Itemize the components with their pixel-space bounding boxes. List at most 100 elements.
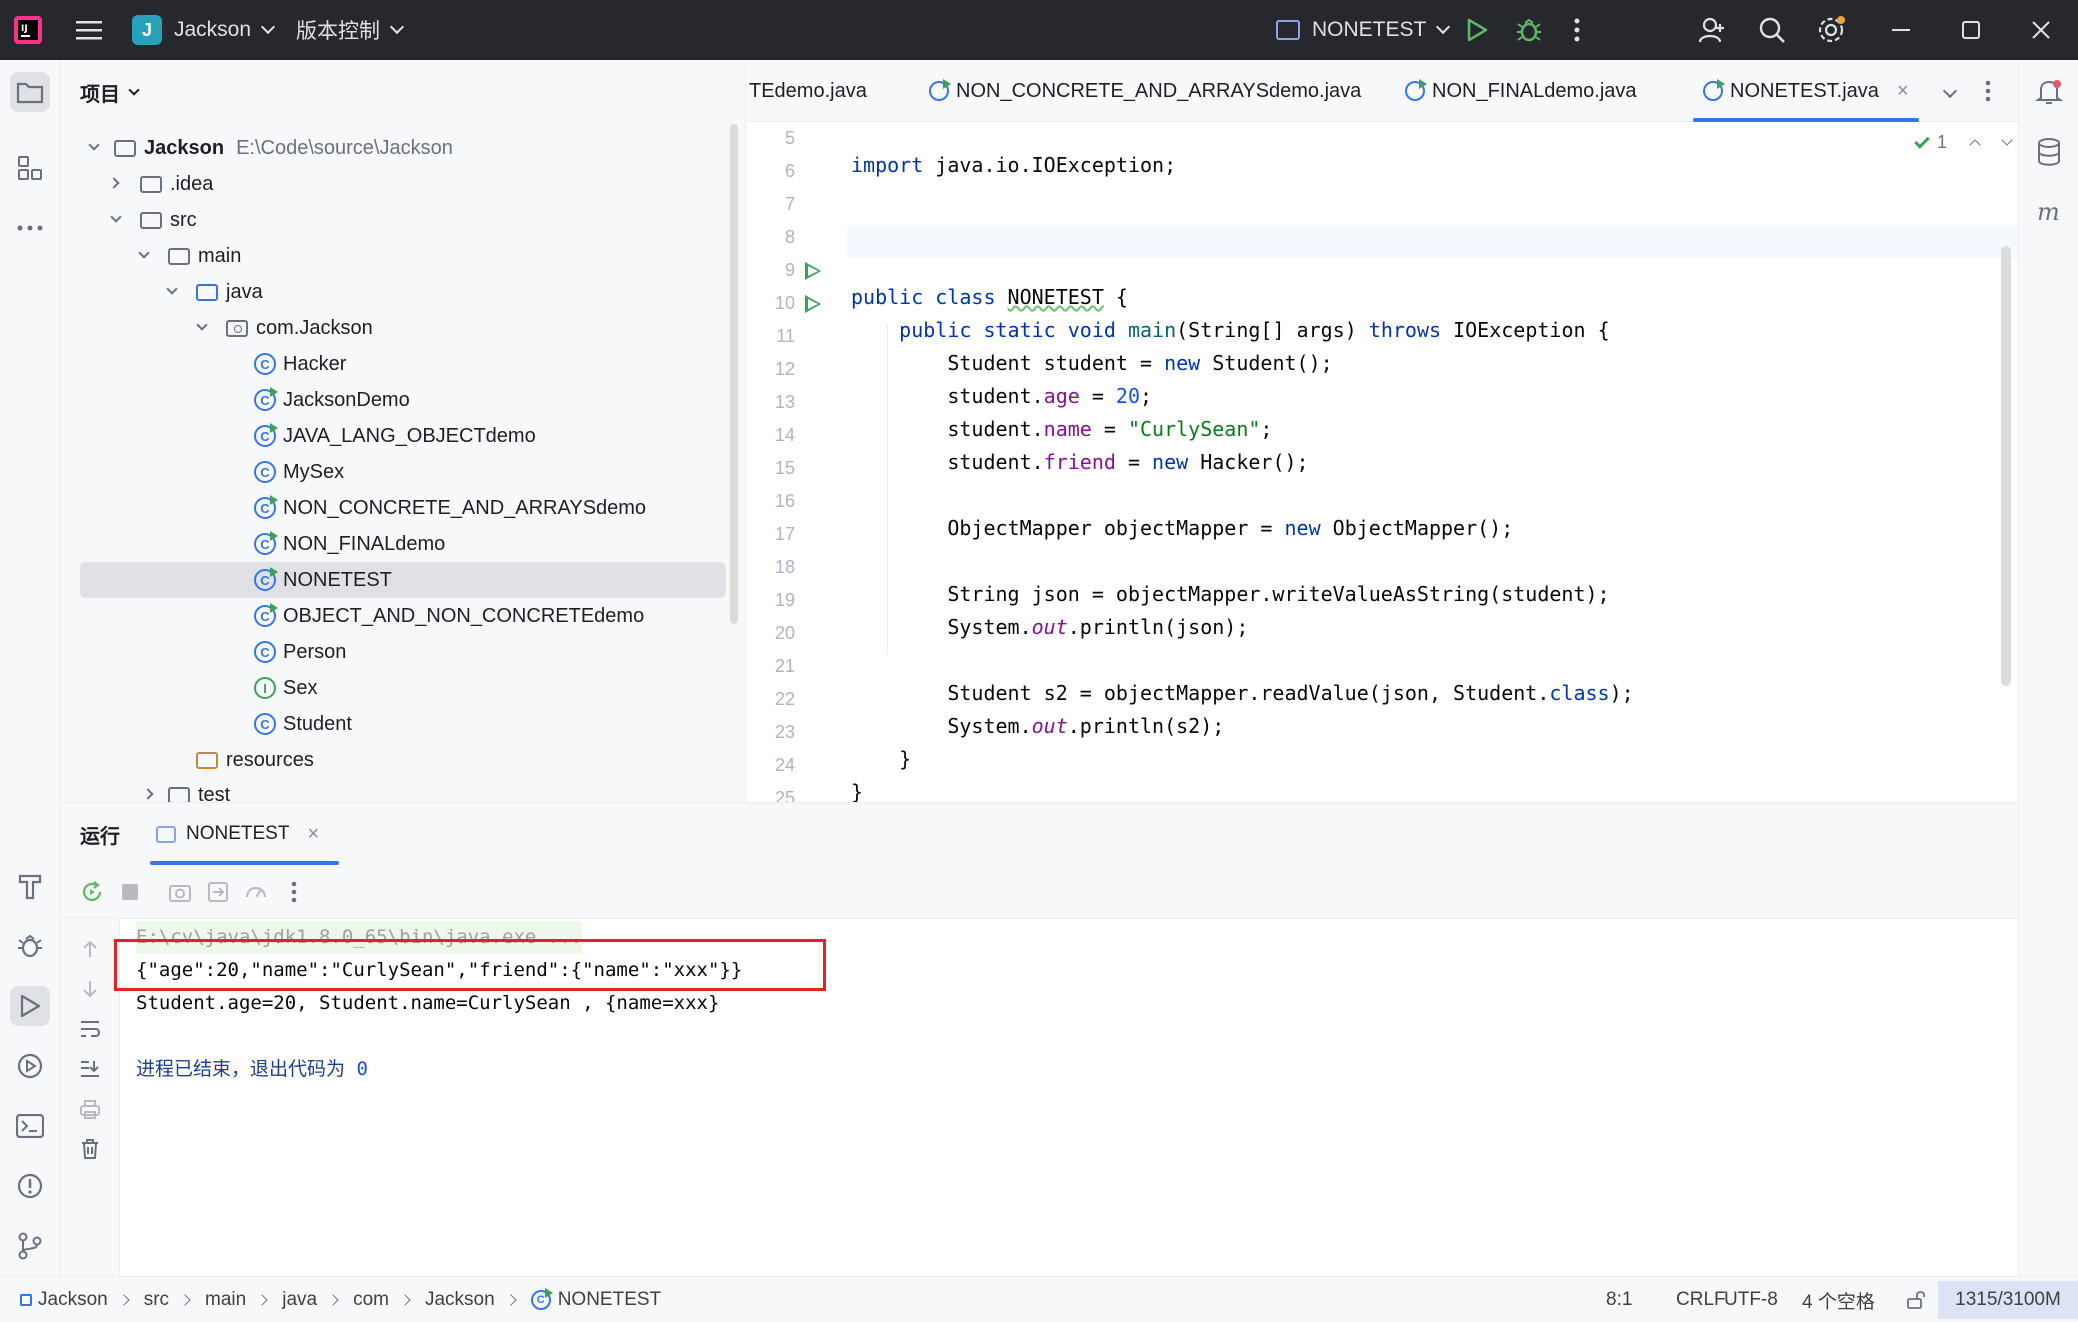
project-scrollbar[interactable] <box>730 124 738 624</box>
tabs-more-icon[interactable] <box>1985 60 1991 122</box>
structure-tool-icon[interactable] <box>10 148 50 188</box>
rerun-icon[interactable] <box>80 880 104 904</box>
breadcrumb-item[interactable]: Jackson <box>425 1289 495 1311</box>
tree-folder-idea[interactable]: .idea <box>80 166 726 202</box>
run-main-gutter-icon[interactable] <box>805 295 821 313</box>
more-actions-icon[interactable] <box>1574 0 1580 60</box>
add-user-icon[interactable] <box>1698 0 1726 60</box>
tabs-dropdown-icon[interactable] <box>1942 60 1958 122</box>
memory-indicator[interactable]: 1315/3100M <box>1938 1281 2078 1319</box>
coverage-icon[interactable] <box>244 880 268 904</box>
tree-folder-src[interactable]: src <box>80 202 726 238</box>
more-tools-icon[interactable] <box>10 208 50 248</box>
indent-setting[interactable]: 4 个空格 <box>1802 1277 1875 1322</box>
problems-tool-icon[interactable] <box>10 1166 50 1206</box>
more-actions-icon[interactable] <box>282 880 306 904</box>
folder-icon <box>140 211 162 229</box>
database-icon[interactable] <box>2029 132 2069 172</box>
editor-tab-non-finaldemo[interactable]: NON_FINALdemo.java <box>1405 60 1637 122</box>
tree-class-student[interactable]: C Student <box>80 706 726 742</box>
run-tool-icon[interactable] <box>10 986 50 1026</box>
run-tab-nonetest[interactable]: NONETEST × <box>150 803 340 865</box>
status-bar: Jackson src main java com Jackson C NONE… <box>0 1276 2078 1322</box>
arrow-down-icon[interactable] <box>78 977 102 1001</box>
editor-tab-nonetest[interactable]: NONETEST.java × <box>1693 60 1919 122</box>
breadcrumb-item[interactable]: Jackson <box>38 1289 108 1311</box>
soft-wrap-icon[interactable] <box>78 1017 102 1041</box>
arrow-up-icon[interactable] <box>78 937 102 961</box>
editor-scrollbar[interactable] <box>2001 246 2011 686</box>
debug-tool-icon[interactable] <box>10 926 50 966</box>
services-tool-icon[interactable] <box>10 1046 50 1086</box>
main-menu-icon[interactable] <box>76 0 102 60</box>
stop-icon[interactable] <box>118 880 142 904</box>
breadcrumb-item[interactable]: src <box>144 1289 169 1311</box>
tree-class-person[interactable]: C Person <box>80 634 726 670</box>
editor-tab-tedemo[interactable]: TEdemo.java <box>749 60 867 122</box>
search-icon[interactable] <box>1758 0 1786 60</box>
tree-folder-main[interactable]: main <box>80 238 726 274</box>
close-tab-icon[interactable]: × <box>1897 80 1909 103</box>
terminal-tool-icon[interactable] <box>10 1106 50 1146</box>
tree-class-non-finaldemo[interactable]: C NON_FINALdemo <box>80 526 726 562</box>
tree-folder-java[interactable]: java <box>80 274 726 310</box>
lock-icon[interactable] <box>1906 1277 1926 1322</box>
tree-class-nonetest[interactable]: C NONETEST <box>80 562 726 598</box>
run-config-selector[interactable]: NONETEST <box>1276 0 1451 60</box>
tree-class-mysex[interactable]: C MySex <box>80 454 726 490</box>
tree-class-object-and-non-concretedemo[interactable]: C OBJECT_AND_NON_CONCRETEdemo <box>80 598 726 634</box>
editor-tab-non-concrete-and-arraysdemo[interactable]: NON_CONCRETE_AND_ARRAYSdemo.java <box>929 60 1361 122</box>
tree-class-java-lang-objectdemo[interactable]: C JAVA_LANG_OBJECTdemo <box>80 418 726 454</box>
breadcrumb-item[interactable]: com <box>353 1289 389 1311</box>
tree-folder-test[interactable]: test <box>80 778 726 802</box>
breadcrumb-item[interactable]: main <box>205 1289 246 1311</box>
project-panel-title[interactable]: 项目 <box>80 78 140 107</box>
print-icon[interactable] <box>78 1097 102 1121</box>
breadcrumb-item[interactable]: NONETEST <box>558 1289 661 1311</box>
ide-logo-icon[interactable]: IJ <box>14 0 42 60</box>
vcs-menu[interactable]: 版本控制 <box>296 0 405 60</box>
trash-icon[interactable] <box>78 1137 102 1161</box>
build-hammer-icon[interactable] <box>10 866 50 906</box>
git-tool-icon[interactable] <box>10 1226 50 1266</box>
run-class-gutter-icon[interactable] <box>805 262 821 280</box>
file-encoding[interactable]: UTF-8 <box>1724 1277 1778 1322</box>
camera-icon[interactable] <box>168 880 192 904</box>
runnable-class-icon <box>929 79 951 101</box>
tree-package-com-jackson[interactable]: com.Jackson <box>80 310 726 346</box>
folder-icon <box>168 247 190 265</box>
project-switcher[interactable]: J Jackson <box>132 0 276 60</box>
minimize-window-icon[interactable] <box>1892 0 1910 60</box>
maximize-window-icon[interactable] <box>1962 0 1980 60</box>
tree-class-non-concrete-and-arraysdemo[interactable]: C NON_CONCRETE_AND_ARRAYSdemo <box>80 490 726 526</box>
settings-gear-icon[interactable] <box>1816 0 1846 60</box>
project-tool-folder-icon[interactable] <box>10 72 50 112</box>
maven-icon[interactable]: m <box>2029 192 2069 232</box>
debug-button[interactable] <box>1516 0 1542 60</box>
tree-folder-resources[interactable]: resources <box>80 742 726 778</box>
runnable-class-icon: C <box>254 567 278 591</box>
code-editor[interactable]: 5 6 7 8 9 10 11 12 13 14 15 16 17 18 19 … <box>747 122 2018 802</box>
close-tab-icon[interactable]: × <box>307 823 319 846</box>
inspection-count: 1 <box>1937 132 1948 152</box>
class-icon: C <box>254 353 276 375</box>
chevron-down-icon[interactable] <box>2001 133 2013 146</box>
close-window-icon[interactable] <box>2032 0 2050 60</box>
tree-root-jackson[interactable]: Jackson E:\Code\source\Jackson <box>80 130 726 166</box>
scroll-to-end-icon[interactable] <box>78 1057 102 1081</box>
code-line-13: student.name = "CurlySean"; <box>851 417 1273 441</box>
run-button[interactable] <box>1466 0 1488 60</box>
notifications-bell-icon[interactable] <box>2029 72 2069 112</box>
chevron-right-icon <box>327 1294 339 1306</box>
chevron-up-icon[interactable] <box>1969 138 1981 151</box>
breadcrumb-item[interactable]: java <box>282 1289 317 1311</box>
chevron-down-icon <box>128 83 140 96</box>
restore-layout-icon[interactable] <box>206 880 230 904</box>
inspection-widget[interactable]: 1 <box>1914 132 2013 153</box>
line-separator[interactable]: CRLF <box>1676 1277 1726 1322</box>
tree-class-jacksondemo[interactable]: C JacksonDemo <box>80 382 726 418</box>
caret-position[interactable]: 8:1 <box>1606 1277 1632 1322</box>
tree-interface-sex[interactable]: I Sex <box>80 670 726 706</box>
run-panel: 运行 NONETEST × E:\cv\java\jdk1.8.0_65\bin… <box>60 802 2018 1277</box>
tree-class-hacker[interactable]: C Hacker <box>80 346 726 382</box>
